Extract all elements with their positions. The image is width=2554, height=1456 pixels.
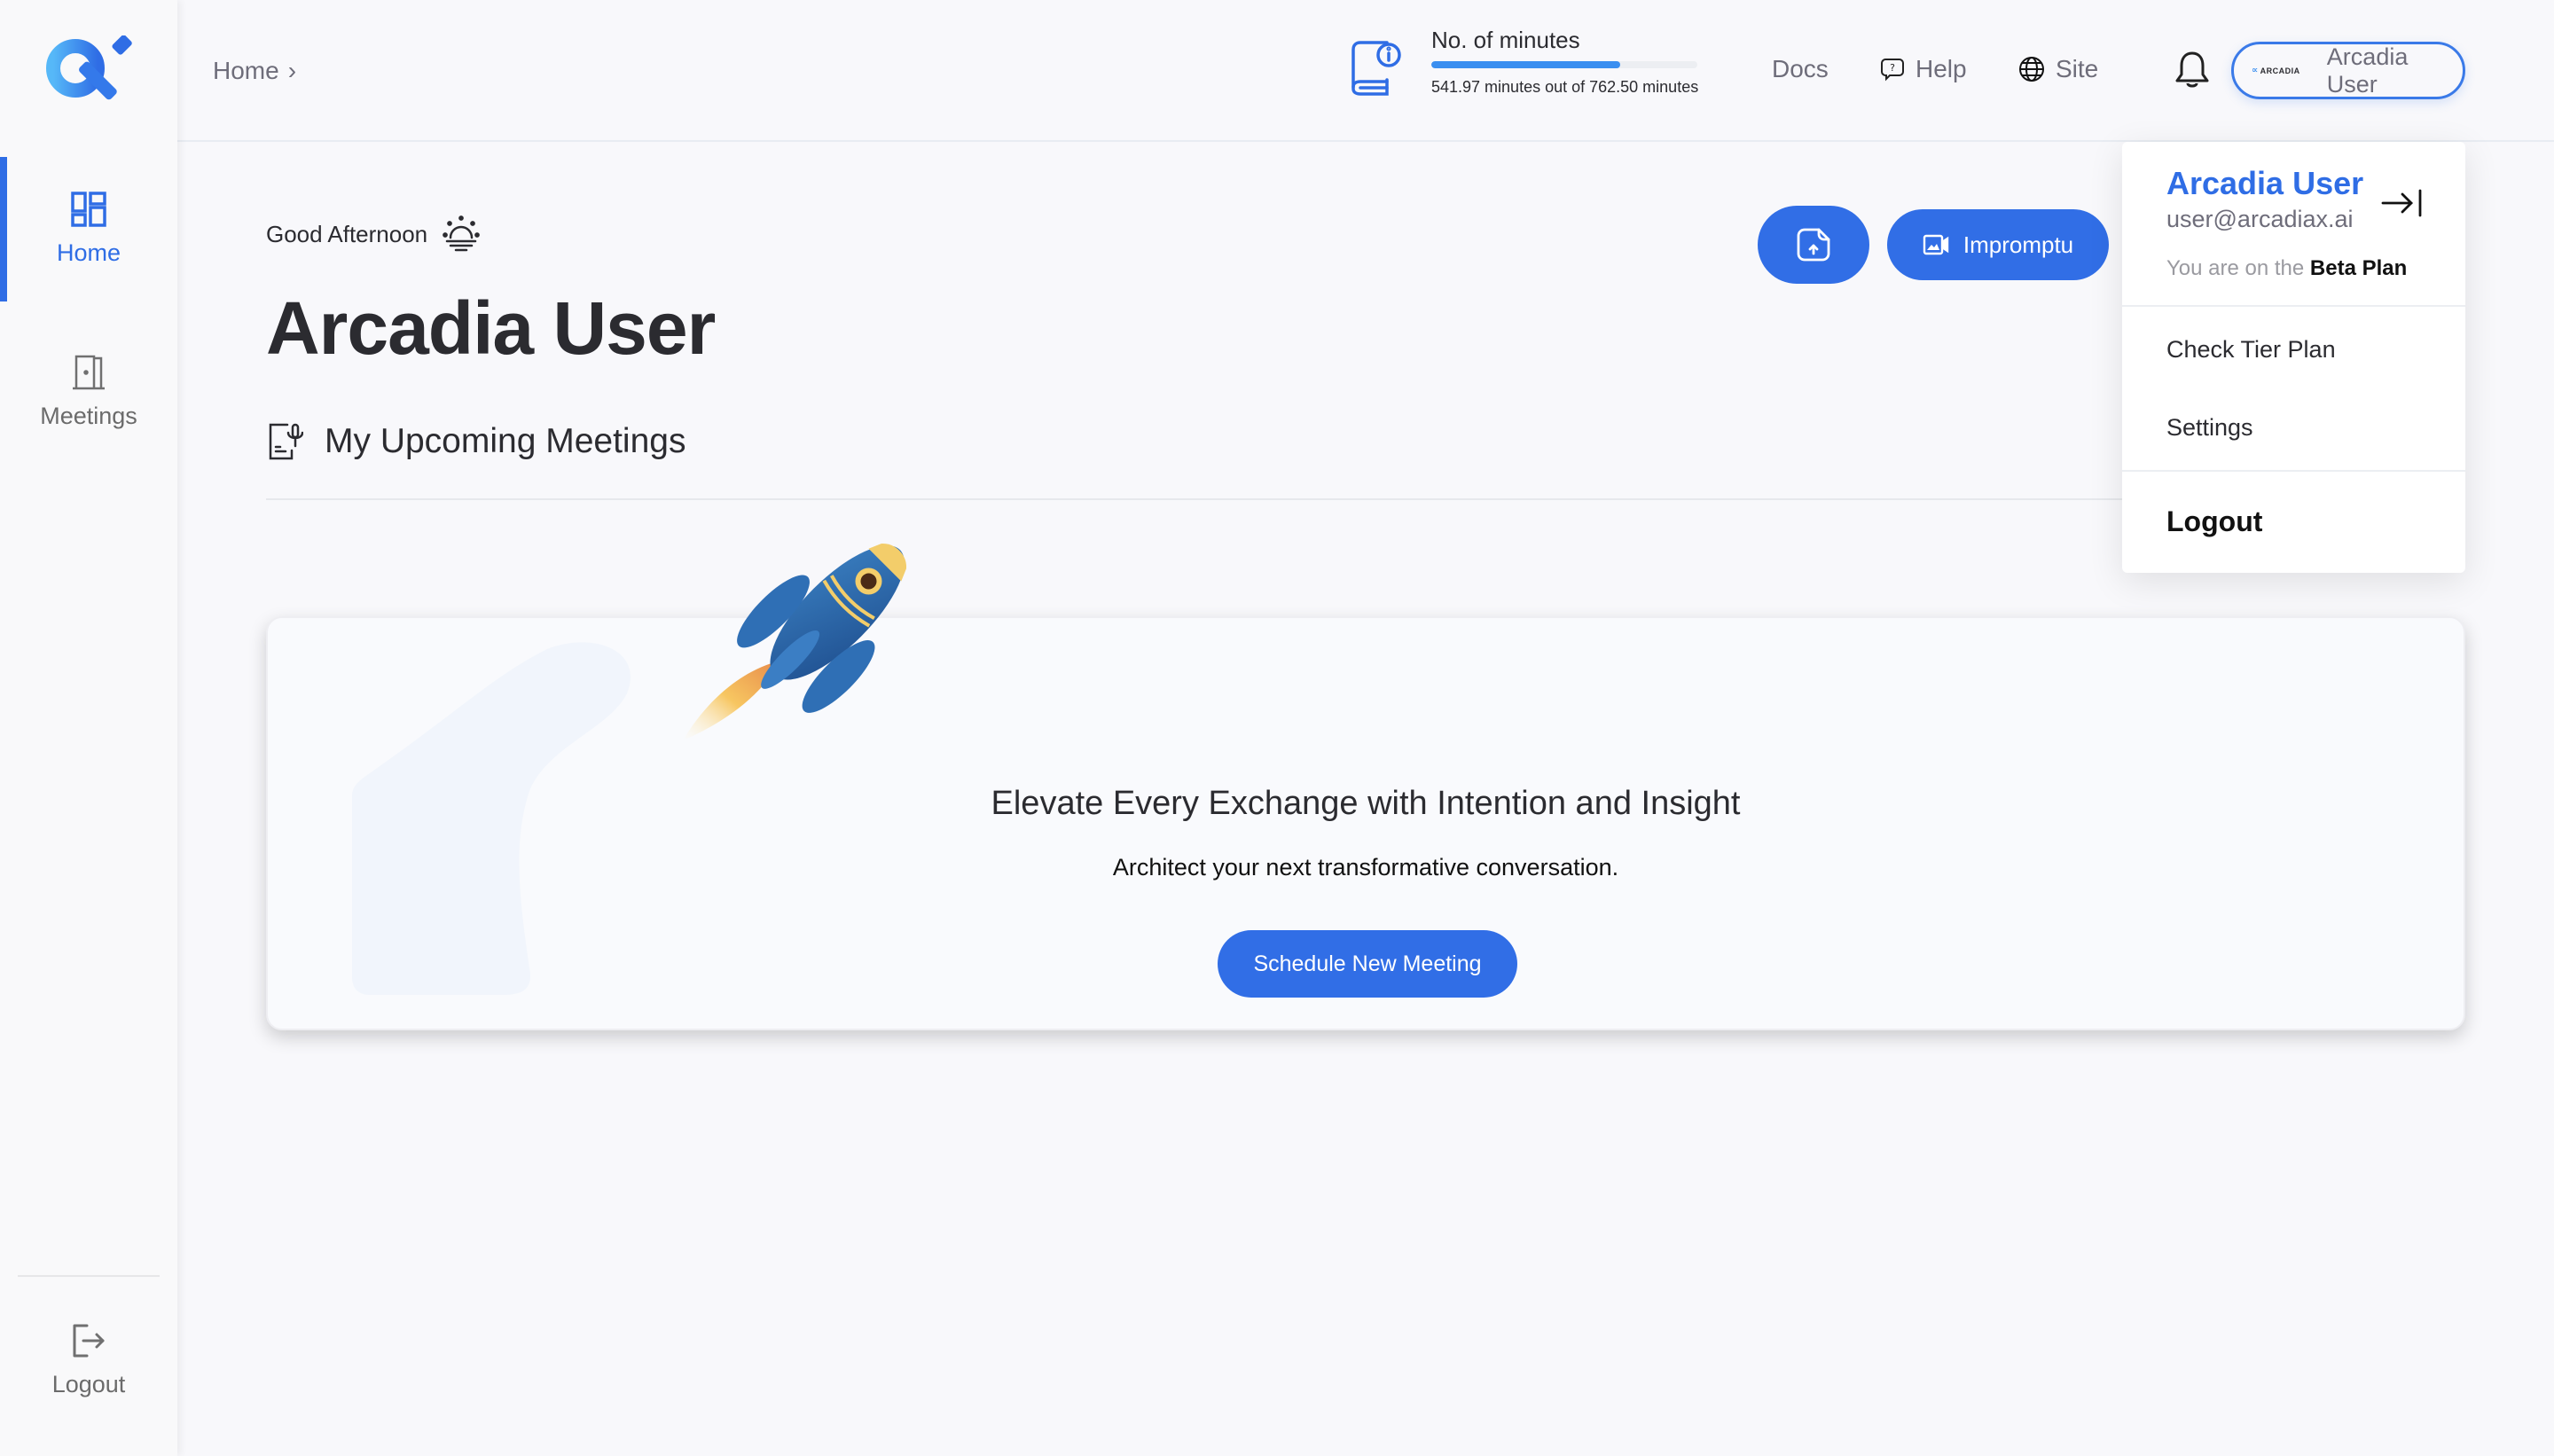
menu-item-check-tier-plan[interactable]: Check Tier Plan — [2122, 333, 2465, 387]
impromptu-label: Impromptu — [1963, 231, 2074, 258]
help-bubble-icon: ? — [1881, 59, 1904, 82]
minutes-usage-text: 541.97 minutes out of 762.50 minutes — [1431, 78, 1699, 96]
minutes-progress-bar — [1431, 61, 1697, 68]
sunset-icon — [443, 215, 480, 252]
card-title: Elevate Every Exchange with Intention an… — [991, 785, 1741, 822]
sidebar-logout-button[interactable]: Logout — [0, 1323, 177, 1421]
card-subtitle: Architect your next transformative conve… — [1112, 854, 1619, 881]
site-label: Site — [2056, 55, 2099, 82]
menu-item-logout[interactable]: Logout — [2122, 505, 2465, 538]
top-header: Home › No. of minutes 541.97 minutes out… — [177, 0, 2554, 142]
plan-prefix: You are on the — [2166, 256, 2305, 280]
docs-label: Docs — [1772, 55, 1829, 82]
logo-mark-icon: ∝ — [2252, 66, 2259, 75]
page-title: Arcadia User — [266, 286, 716, 370]
collapse-arrow-icon[interactable] — [2379, 188, 2425, 218]
user-menu-button[interactable]: ∝ ARCADIA Arcadia User — [2231, 42, 2465, 99]
user-pill-name: Arcadia User — [2326, 43, 2409, 98]
impromptu-button[interactable]: Impromptu — [1887, 209, 2109, 280]
sidebar-item-label: Meetings — [40, 403, 137, 429]
minutes-title: No. of minutes — [1431, 27, 1580, 53]
menu-item-settings[interactable]: Settings — [2122, 411, 2465, 470]
section-title: My Upcoming Meetings — [325, 422, 686, 460]
upload-file-button[interactable] — [1758, 206, 1869, 284]
site-link[interactable]: Site — [2018, 55, 2098, 83]
door-icon — [73, 355, 105, 390]
chevron-right-icon: › — [287, 57, 297, 84]
globe-icon — [2019, 57, 2044, 82]
docs-link[interactable]: Docs — [1772, 55, 1829, 83]
rocket-illustration — [683, 544, 906, 740]
sidebar-item-home[interactable]: Home — [0, 157, 177, 301]
dropdown-profile-section: Arcadia User user@arcadiax.ai You are on… — [2122, 142, 2465, 307]
menu-divider — [2122, 470, 2465, 472]
video-camera-icon — [1923, 234, 1949, 255]
document-mic-icon — [269, 423, 303, 460]
file-upload-icon — [1797, 228, 1830, 262]
dashboard-grid-icon — [71, 192, 106, 227]
minutes-progress-fill — [1431, 61, 1621, 68]
plan-name: Beta Plan — [2309, 256, 2408, 280]
active-indicator — [0, 157, 7, 301]
greeting: Good Afternoon — [266, 215, 481, 254]
arcadia-mini-logo: ∝ ARCADIA — [2252, 66, 2309, 75]
sidebar-item-meetings[interactable]: Meetings — [0, 355, 177, 443]
help-link[interactable]: ? Help — [1880, 55, 1967, 83]
book-info-icon — [1351, 41, 1401, 96]
upcoming-meetings-header: My Upcoming Meetings — [268, 422, 686, 461]
plan-info: You are on the Beta Plan — [2166, 256, 2465, 281]
logout-label: Logout — [51, 1371, 126, 1397]
minutes-usage-widget: No. of minutes 541.97 minutes out of 762… — [1350, 27, 1706, 98]
greeting-text: Good Afternoon — [266, 220, 428, 247]
schedule-new-meeting-button[interactable]: Schedule New Meeting — [1218, 930, 1517, 998]
sidebar-divider — [18, 1275, 160, 1277]
breadcrumb: Home › — [213, 57, 296, 85]
empty-meetings-card: Elevate Every Exchange with Intention an… — [266, 616, 2465, 1030]
notification-bell-icon[interactable] — [2174, 50, 2210, 90]
svg-text:?: ? — [1890, 62, 1895, 74]
user-dropdown-menu: Arcadia User user@arcadiax.ai You are on… — [2122, 142, 2465, 573]
help-label: Help — [1916, 55, 1967, 82]
breadcrumb-home[interactable]: Home — [213, 57, 279, 85]
logo-text: ARCADIA — [2260, 66, 2300, 75]
logout-icon — [73, 1324, 105, 1358]
sidebar: Home Meetings Logout — [0, 0, 177, 1456]
arcadia-logo[interactable] — [43, 35, 135, 103]
sidebar-item-label: Home — [56, 239, 121, 266]
